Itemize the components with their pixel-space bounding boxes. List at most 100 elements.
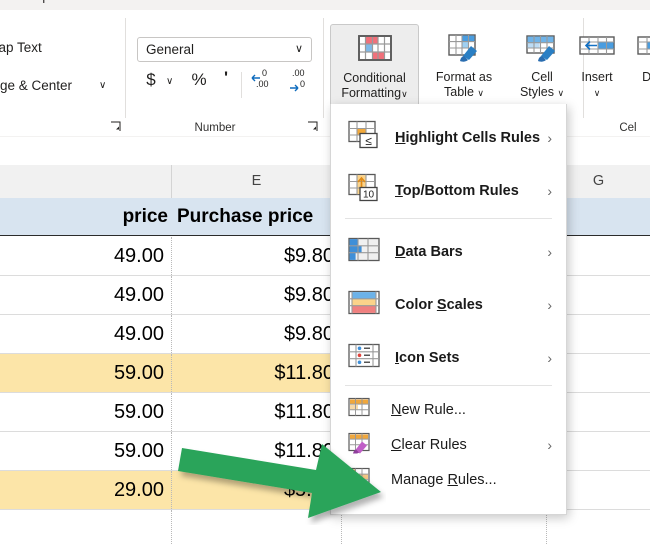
cell-selling-price[interactable]: 49.00 — [0, 237, 172, 275]
menu-item-label: Highlight Cells Rules — [395, 129, 541, 146]
header-purchase-price: Purchase price — [172, 198, 342, 236]
number-format-value: General — [146, 42, 195, 57]
merge-and-center-button[interactable]: erge & Center — [0, 78, 72, 93]
menu-item-data-bars[interactable]: Data Bars › — [331, 226, 566, 277]
conditional-formatting-button[interactable]: Conditional Formatting∨ — [330, 24, 419, 114]
format-as-table-label: Format as Table ∨ — [424, 70, 504, 101]
top-bottom-rules-icon: 10 — [347, 172, 383, 209]
ribbon-tabstrip: Help — [0, 0, 650, 10]
menu-item-label: Color Scales — [395, 296, 483, 313]
cell-purchase-price[interactable]: $9.80 — [172, 276, 342, 314]
comma-style-button[interactable]: ' — [216, 68, 236, 88]
cell-purchase-price[interactable]: $9.80 — [172, 315, 342, 353]
conditional-formatting-icon — [357, 33, 393, 67]
cell-selling-price[interactable]: 59.00 — [0, 393, 172, 431]
delete-cells-button[interactable]: Dele ∨ — [626, 24, 650, 114]
menu-item-color-scales[interactable]: Color Scales › — [331, 279, 566, 330]
currency-format-button[interactable]: $ — [140, 70, 162, 90]
insert-label: Insert ∨ — [568, 70, 626, 101]
menu-item-label: New Rule... — [391, 401, 466, 418]
format-as-table-button[interactable]: Format as Table ∨ — [424, 24, 504, 114]
wrap-text-button[interactable]: rap Text — [0, 40, 42, 55]
conditional-formatting-label: Conditional Formatting∨ — [331, 71, 418, 102]
percent-format-button[interactable]: % — [188, 70, 210, 90]
number-group-divider — [241, 72, 242, 98]
svg-text:≤: ≤ — [365, 134, 372, 148]
menu-item-label: Data Bars — [395, 243, 463, 260]
cell-purchase-price[interactable]: $11.80 — [172, 393, 342, 431]
cell-purchase-price[interactable]: $11.80 — [172, 432, 342, 470]
cf-line1: Conditional — [343, 71, 406, 85]
chevron-right-icon: › — [547, 129, 552, 146]
color-scales-icon — [347, 289, 381, 320]
conditional-formatting-menu[interactable]: ≤ Highlight Cells Rules › 10 Top/Bottom … — [330, 104, 567, 515]
fat-line1: Format as — [435, 70, 493, 84]
cell-selling-price[interactable]: 59.00 — [0, 432, 172, 470]
insert-text: Insert — [581, 70, 613, 84]
cell-purchase-price[interactable]: $9.80 — [172, 237, 342, 275]
cell-selling-price[interactable]: 59.00 — [0, 354, 172, 392]
new-rule-icon — [347, 396, 371, 423]
cell-selling-price[interactable]: 49.00 — [0, 315, 172, 353]
menu-item-clear-rules[interactable]: Clear Rules › — [331, 427, 566, 462]
increase-decimal-button[interactable]: .00 0 — [288, 69, 320, 94]
menu-item-manage-rules[interactable]: Manage Rules... — [331, 462, 566, 497]
menu-item-label: Manage Rules... — [391, 471, 497, 488]
column-header-d[interactable] — [0, 165, 172, 198]
cell-value[interactable] — [342, 510, 547, 545]
decrease-decimal-top-label: 0 — [262, 68, 268, 78]
svg-text:10: 10 — [363, 189, 375, 200]
number-dialog-launcher-icon[interactable] — [307, 119, 318, 131]
cell-purchase-price[interactable]: $11.80 — [172, 354, 342, 392]
menu-divider — [345, 218, 552, 219]
cf-line2: Formatting — [341, 86, 402, 100]
group-divider — [125, 18, 126, 118]
chevron-down-icon: ∨ — [401, 89, 408, 99]
alignment-dialog-launcher-icon[interactable] — [110, 119, 121, 131]
tab-help[interactable]: Help — [22, 0, 50, 3]
decrease-decimal-button[interactable]: 0 .00 — [250, 68, 282, 94]
chevron-right-icon: › — [547, 182, 552, 199]
cell-purchase-price[interactable] — [172, 510, 342, 545]
chevron-down-icon: ∨ — [294, 43, 303, 55]
chevron-down-icon: ∨ — [557, 88, 565, 98]
delete-text: Dele — [642, 70, 650, 84]
cell-purchase-price[interactable]: $5.80 — [172, 471, 342, 509]
manage-rules-icon — [347, 466, 371, 493]
increase-decimal-bottom-label: 0 — [300, 79, 306, 89]
chevron-down-icon: ∨ — [477, 88, 484, 98]
cell-blank[interactable] — [547, 510, 650, 545]
header-selling-price: price — [0, 198, 172, 236]
cell-styles-icon — [524, 32, 560, 66]
data-bars-icon — [347, 236, 381, 267]
chevron-down-icon: ∨ — [593, 88, 601, 98]
menu-item-top-bottom-rules[interactable]: 10 Top/Bottom Rules › — [331, 165, 566, 216]
menu-divider — [345, 385, 552, 386]
table-row[interactable] — [0, 510, 650, 545]
chevron-down-icon[interactable]: ∨ — [99, 80, 106, 91]
cs-line2: Styles — [519, 85, 554, 99]
column-header-e[interactable]: E — [172, 165, 342, 198]
chevron-right-icon: › — [547, 436, 552, 453]
format-as-table-icon — [446, 32, 482, 66]
number-group-label: Number — [194, 122, 236, 134]
clear-rules-icon — [347, 431, 371, 458]
cell-selling-price[interactable]: 29.00 — [0, 471, 172, 509]
cell-selling-price[interactable] — [0, 510, 172, 545]
number-format-select[interactable]: General ∨ — [137, 37, 312, 62]
menu-item-label: Icon Sets — [395, 349, 460, 366]
icon-sets-icon — [347, 342, 381, 373]
menu-item-label: Clear Rules — [391, 436, 467, 453]
delete-label: Dele ∨ — [626, 70, 650, 101]
menu-item-new-rule[interactable]: New Rule... — [331, 392, 566, 427]
menu-item-highlight-cells-rules[interactable]: ≤ Highlight Cells Rules › — [331, 112, 566, 163]
decrease-decimal-bottom-label: .00 — [256, 79, 269, 89]
fat-line2: Table — [444, 85, 474, 99]
cell-selling-price[interactable]: 49.00 — [0, 276, 172, 314]
group-divider — [323, 18, 324, 118]
insert-cells-button[interactable]: Insert ∨ — [568, 24, 626, 114]
chevron-down-icon[interactable]: ∨ — [166, 76, 173, 87]
insert-cells-icon — [577, 32, 617, 66]
highlight-cells-rules-icon: ≤ — [347, 119, 383, 156]
menu-item-icon-sets[interactable]: Icon Sets › — [331, 332, 566, 383]
